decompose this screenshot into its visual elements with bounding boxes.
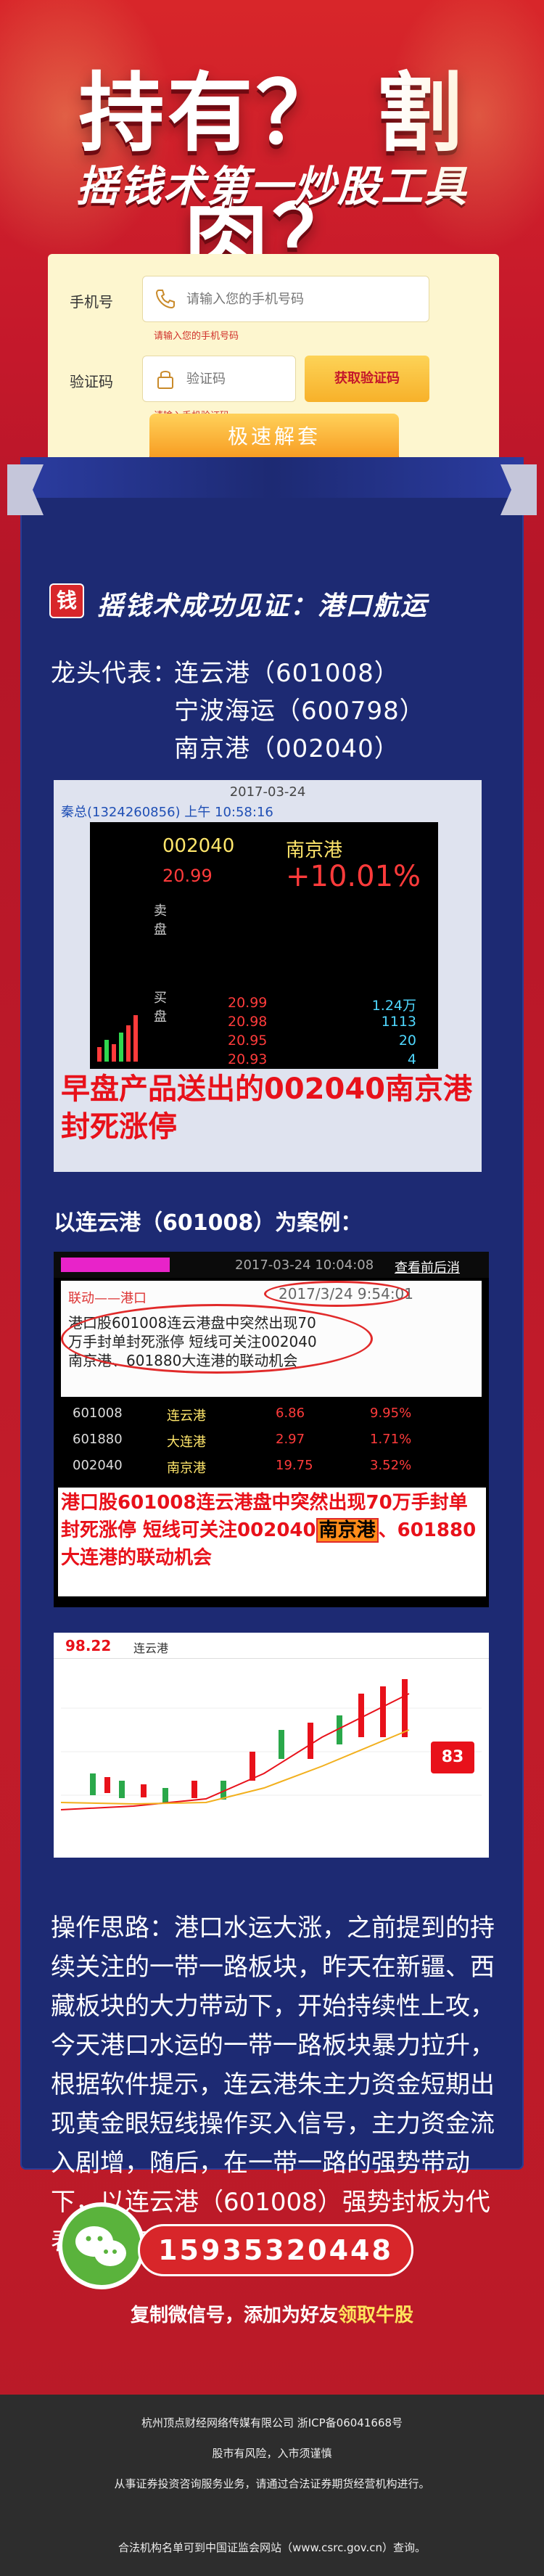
phone-label: 手机号 bbox=[70, 293, 113, 311]
phone-field[interactable] bbox=[142, 276, 429, 322]
quote-panel: 002040 南京港 20.99 +10.01% 卖盘 买盘 20.99 1.2… bbox=[90, 822, 438, 1069]
wechat-id-button[interactable]: 15935320448 bbox=[138, 2224, 413, 2276]
highlight-circle bbox=[61, 1304, 373, 1374]
chat-screenshot: 2017-03-24 秦总(1324260856) 上午 10:58:16 00… bbox=[54, 780, 482, 1172]
stock-name: 南京港 bbox=[286, 840, 343, 861]
code-field[interactable] bbox=[142, 356, 296, 402]
message-screenshot: 2017-03-24 10:04:08 查看前后消 联动——港口 2017/3/… bbox=[54, 1252, 489, 1607]
order-volume: 1.24万 bbox=[371, 998, 416, 1014]
row-price: 2.97 bbox=[276, 1432, 305, 1447]
table-row: 601880 大连港 2.97 1.71% bbox=[65, 1432, 471, 1456]
row-pct: 1.71% bbox=[370, 1432, 412, 1447]
get-code-button[interactable]: 获取验证码 bbox=[305, 356, 429, 402]
footer-regulator: 合法机构名单可到中国证监会网站（www.csrc.gov.cn）查询。 bbox=[118, 2541, 426, 2554]
submit-button[interactable]: 极速解套 bbox=[149, 414, 399, 460]
row-name: 连云港 bbox=[167, 1408, 206, 1424]
stock-code: 002040 bbox=[162, 835, 235, 857]
lock-icon bbox=[157, 371, 173, 389]
footer-risk: 股市有风险，入市须谨慎 bbox=[212, 2447, 332, 2460]
kline-screenshot: 98.22 连云港 83 bbox=[54, 1633, 489, 1858]
footer-company: 杭州顶点财经网络传媒有限公司 浙ICP备06041668号 bbox=[141, 2416, 403, 2429]
row-pct: 3.52% bbox=[370, 1458, 412, 1473]
row-price: 19.75 bbox=[276, 1458, 313, 1473]
row-code: 601008 bbox=[73, 1406, 123, 1421]
buy-label: 买盘 bbox=[154, 990, 167, 1025]
contact-note-highlight: 领取牛股 bbox=[338, 2305, 414, 2326]
footer-advice: 从事证券投资咨询服务业务，请通过合法证券期货经营机构进行。 bbox=[114, 2477, 430, 2490]
section-heading: 钱 摇钱术成功见证：港口航运 bbox=[49, 579, 499, 623]
order-price: 20.98 bbox=[228, 1014, 268, 1030]
chat-date: 2017-03-24 bbox=[229, 784, 306, 800]
order-price: 20.99 bbox=[228, 995, 268, 1011]
rep-item: 宁波海运（600798） bbox=[174, 697, 425, 726]
row-code: 002040 bbox=[73, 1458, 123, 1473]
rep-item: 南京港（002040） bbox=[174, 734, 400, 763]
order-volume: 1113 bbox=[381, 1014, 416, 1030]
redaction-bar bbox=[61, 1258, 170, 1272]
order-volume: 4 bbox=[407, 1051, 416, 1067]
code-label: 验证码 bbox=[70, 373, 113, 390]
chat-sender: 秦总(1324260856) 上午 10:58:16 bbox=[61, 805, 273, 820]
panel-ribbon bbox=[20, 457, 524, 498]
caption-highlight: 南京港 bbox=[316, 1518, 379, 1543]
order-price: 20.95 bbox=[228, 1033, 268, 1049]
linkage-heading: 联动——港口 bbox=[68, 1291, 147, 1306]
phone-icon bbox=[155, 290, 175, 309]
brand-logo-icon: 钱 bbox=[49, 583, 84, 618]
rep-item: 连云港（601008） bbox=[174, 659, 400, 688]
code-input[interactable] bbox=[186, 356, 288, 401]
row-pct: 9.95% bbox=[370, 1406, 412, 1421]
stock-change: +10.01% bbox=[286, 860, 421, 893]
order-price: 20.93 bbox=[228, 1051, 268, 1067]
row-code: 601880 bbox=[73, 1432, 123, 1447]
phone-input[interactable] bbox=[186, 276, 421, 321]
view-history-link[interactable]: 查看前后消 bbox=[395, 1258, 460, 1276]
sell-label: 卖盘 bbox=[154, 903, 167, 938]
wechat-icon bbox=[58, 2202, 145, 2289]
message-date: 2017-03-24 10:04:08 bbox=[235, 1258, 374, 1273]
rep-prefix: 龙头代表： bbox=[51, 659, 178, 688]
table-row: 002040 南京港 19.75 3.52% bbox=[65, 1458, 471, 1482]
stock-name: 连云港 bbox=[133, 1641, 169, 1655]
row-name: 大连港 bbox=[167, 1435, 206, 1450]
subheadline: 摇钱术第一炒股工具 bbox=[75, 162, 468, 211]
screenshot-caption: 港口股601008连云港盘中突然出现70万手封单封死涨停 短线可关注002040… bbox=[58, 1488, 486, 1596]
kline-header: 98.22 连云港 bbox=[54, 1633, 489, 1659]
mini-chart-icon bbox=[97, 1015, 138, 1062]
phone-hint: 请输入您的手机号码 bbox=[154, 331, 239, 342]
screenshot-caption: 早盘产品送出的002040南京港 封死涨停 bbox=[61, 1072, 472, 1144]
row-price: 6.86 bbox=[276, 1406, 305, 1421]
order-volume: 20 bbox=[398, 1033, 416, 1049]
footer: 杭州顶点财经网络传媒有限公司 浙ICP备06041668号 股市有风险，入市须谨… bbox=[0, 2395, 544, 2576]
score-value: 98.22 bbox=[65, 1637, 112, 1654]
percent-badge: 83 bbox=[431, 1742, 474, 1773]
section-title: 摇钱术成功见证：港口航运 bbox=[97, 591, 429, 621]
message-header: 2017-03-24 10:04:08 查看前后消 bbox=[54, 1252, 489, 1278]
table-row: 601008 连云港 6.86 9.95% bbox=[65, 1406, 471, 1430]
kline-chart bbox=[61, 1679, 482, 1810]
contact-note-text: 复制微信号，添加为好友 bbox=[130, 2305, 338, 2326]
highlight-circle bbox=[264, 1281, 409, 1307]
contact-note: 复制微信号，添加为好友领取牛股 bbox=[0, 2300, 544, 2327]
case-title: 以连云港（601008）为案例： bbox=[54, 1210, 363, 1236]
row-name: 南京港 bbox=[167, 1461, 206, 1476]
stock-price: 20.99 bbox=[162, 866, 213, 886]
